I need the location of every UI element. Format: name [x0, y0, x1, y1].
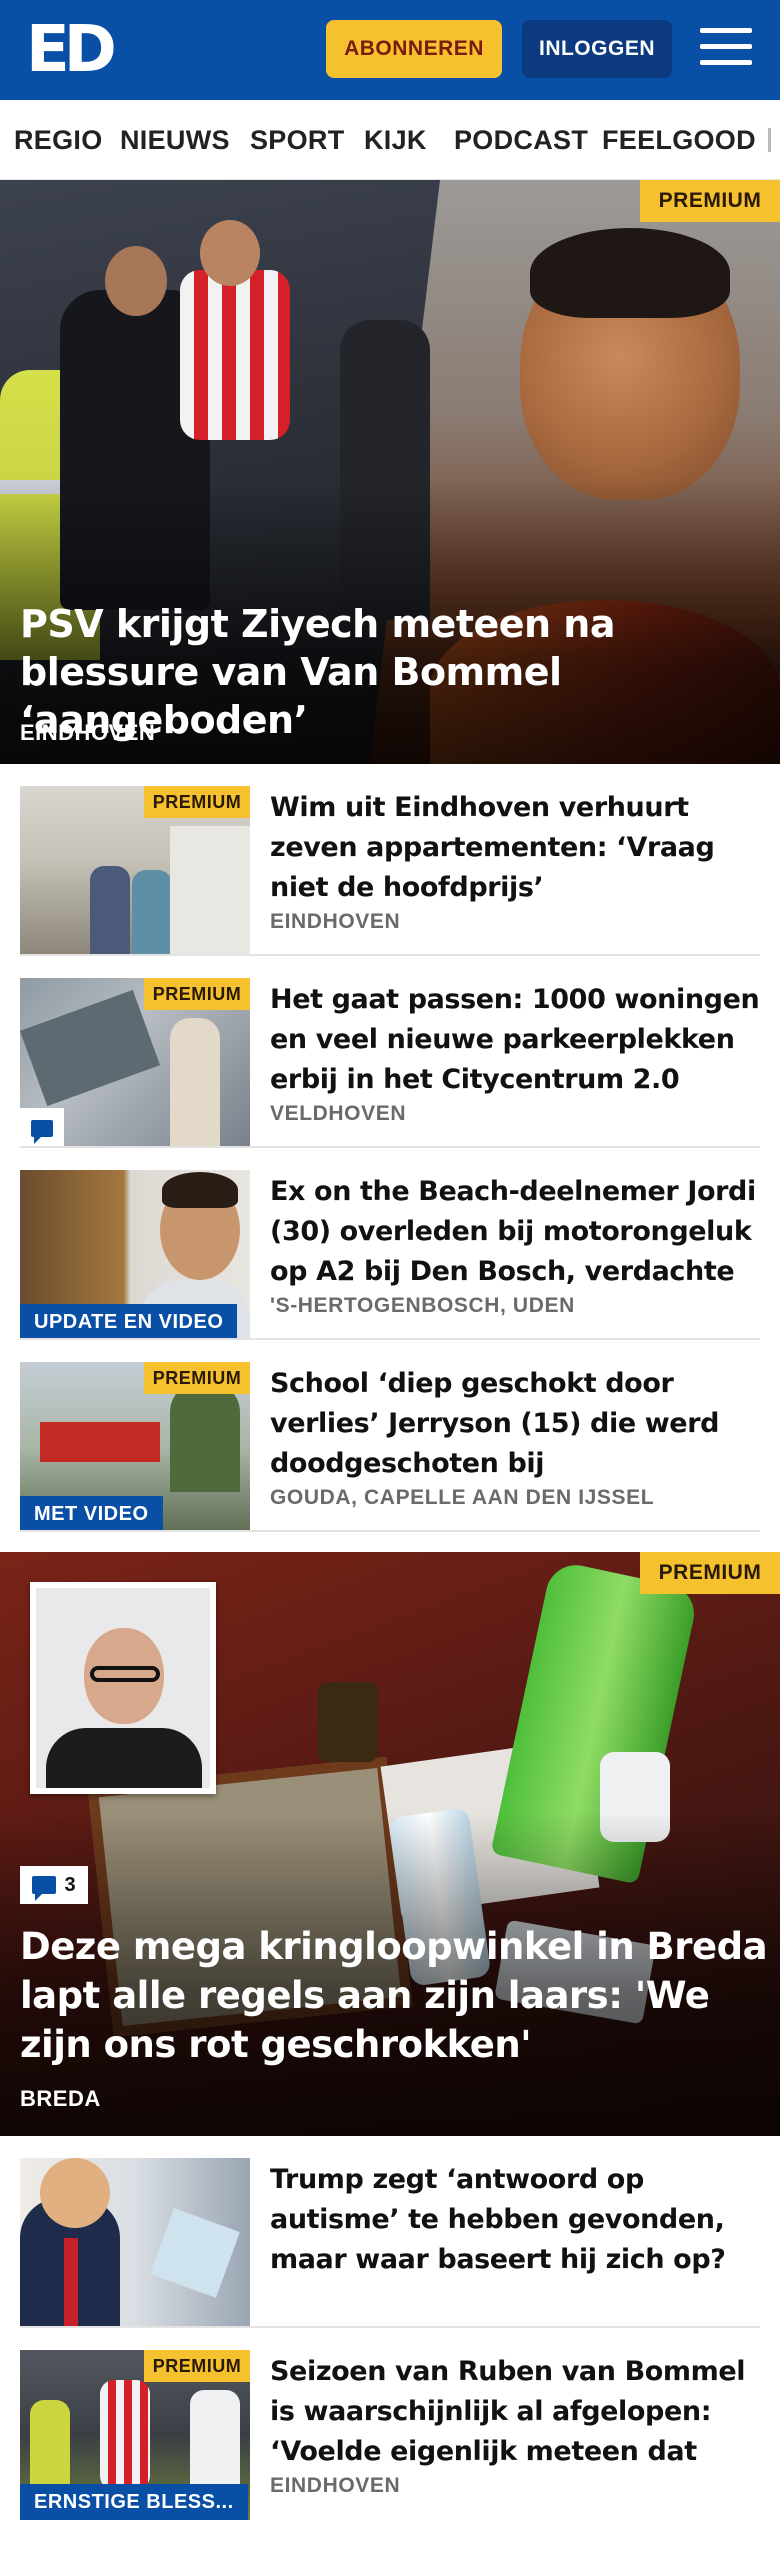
nav-item-kijk[interactable]: KIJK	[364, 100, 427, 179]
hero-injured-player	[180, 270, 290, 440]
thumb-pill-box	[150, 2208, 240, 2298]
hero-article[interactable]: PREMIUM PSV krijgt Ziyech meteen na bles…	[0, 180, 780, 764]
comment-count-badge[interactable]: 3	[20, 1866, 88, 1904]
feature-title[interactable]: Deze mega kringloopwinkel in Breda lapt …	[20, 1922, 770, 2069]
premium-badge: PREMIUM	[144, 1362, 250, 1394]
section-nav: REGIO NIEUWS SPORT KIJK PODCAST FEELGOOD	[0, 100, 780, 180]
article-thumbnail: PREMIUM	[20, 978, 250, 1148]
thumb-tie	[64, 2238, 78, 2328]
divider	[20, 1530, 760, 1532]
hero-location: EINDHOVEN	[20, 720, 156, 745]
thumb-tree	[170, 1382, 240, 1492]
article-title[interactable]: School ‘diep geschokt door verlies’ Jerr…	[270, 1364, 760, 1484]
thumb-hair	[162, 1172, 238, 1208]
list-item[interactable]: PREMIUM ERNSTIGE BLESS... Seizoen van Ru…	[0, 2328, 780, 2520]
thumb-person	[170, 1018, 220, 1148]
nav-item-feelgood[interactable]: FEELGOOD	[602, 100, 756, 179]
nav-item-regio[interactable]: REGIO	[14, 100, 103, 179]
hero-coach-head	[105, 246, 167, 316]
list-item[interactable]: UPDATE EN VIDEO Ex on the Beach-deelneme…	[0, 1148, 780, 1340]
site-logo[interactable]: ED	[26, 18, 118, 82]
thumb-wall	[170, 826, 250, 956]
article-thumbnail	[20, 2158, 250, 2328]
hamburger-menu-icon[interactable]	[700, 24, 752, 70]
thumb-face	[40, 2158, 110, 2228]
feature-article[interactable]: PREMIUM 3 Deze mega kringloopwinkel in B…	[0, 1552, 780, 2136]
article-thumbnail: PREMIUM	[20, 786, 250, 956]
article-thumbnail: UPDATE EN VIDEO	[20, 1170, 250, 1340]
nav-item-nieuws[interactable]: NIEUWS	[120, 100, 230, 179]
site-header: ED ABONNEREN INLOGGEN	[0, 0, 780, 100]
author-avatar	[30, 1582, 216, 1794]
feature-location: BREDA	[20, 2086, 101, 2111]
media-tag: UPDATE EN VIDEO	[20, 1304, 238, 1340]
list-item[interactable]: PREMIUM Het gaat passen: 1000 woningen e…	[0, 956, 780, 1148]
nav-item-sport[interactable]: SPORT	[250, 100, 345, 179]
premium-badge: PREMIUM	[144, 786, 250, 818]
article-thumbnail: PREMIUM ERNSTIGE BLESS...	[20, 2350, 250, 2520]
feature-jar	[318, 1682, 378, 1762]
list-item[interactable]: PREMIUM Wim uit Eindhoven verhuurt zeven…	[0, 764, 780, 956]
article-location: EINDHOVEN	[270, 2474, 401, 2497]
premium-badge: PREMIUM	[144, 2350, 250, 2382]
article-title[interactable]: Wim uit Eindhoven verhuurt zeven apparte…	[270, 788, 760, 908]
hero-player-hair	[530, 228, 730, 318]
thumb-restaurant	[40, 1422, 160, 1462]
article-location: VELDHOVEN	[270, 1102, 407, 1125]
thumb-player	[100, 2380, 150, 2490]
nav-item-podcast[interactable]: PODCAST	[454, 100, 588, 179]
thumb-person	[132, 870, 172, 956]
media-tag: MET VIDEO	[20, 1496, 163, 1532]
article-location: 'S-HERTOGENBOSCH, UDEN	[270, 1294, 575, 1317]
article-location: EINDHOVEN	[270, 910, 401, 933]
article-location: GOUDA, CAPELLE AAN DEN IJSSEL	[270, 1486, 655, 1509]
article-title[interactable]: Het gaat passen: 1000 woningen en veel n…	[270, 980, 760, 1100]
list-item[interactable]: Trump zegt ‘antwoord op autisme’ te hebb…	[0, 2136, 780, 2328]
article-thumbnail: PREMIUM MET VIDEO	[20, 1362, 250, 1532]
comment-icon	[32, 1876, 57, 1901]
premium-badge: PREMIUM	[144, 978, 250, 1010]
thumb-person	[90, 866, 130, 956]
premium-badge: PREMIUM	[640, 180, 780, 222]
list-item[interactable]: PREMIUM MET VIDEO School ‘diep geschokt …	[0, 1340, 780, 1532]
comment-icon[interactable]	[20, 1108, 64, 1148]
article-title[interactable]: Seizoen van Ruben van Bommel is waarschi…	[270, 2352, 760, 2472]
premium-badge: PREMIUM	[640, 1552, 780, 1594]
article-title[interactable]: Ex on the Beach-deelnemer Jordi (30) ove…	[270, 1172, 760, 1292]
comment-count: 3	[64, 1873, 76, 1896]
nav-divider	[768, 128, 771, 152]
hero-injured-player-head	[200, 220, 260, 286]
thumb-building	[20, 989, 161, 1107]
subscribe-button[interactable]: ABONNEREN	[326, 20, 502, 78]
login-button[interactable]: INLOGGEN	[522, 20, 672, 78]
media-tag: ERNSTIGE BLESS...	[20, 2484, 248, 2520]
article-title[interactable]: Trump zegt ‘antwoord op autisme’ te hebb…	[270, 2160, 760, 2280]
logo-text: ED	[26, 13, 117, 87]
